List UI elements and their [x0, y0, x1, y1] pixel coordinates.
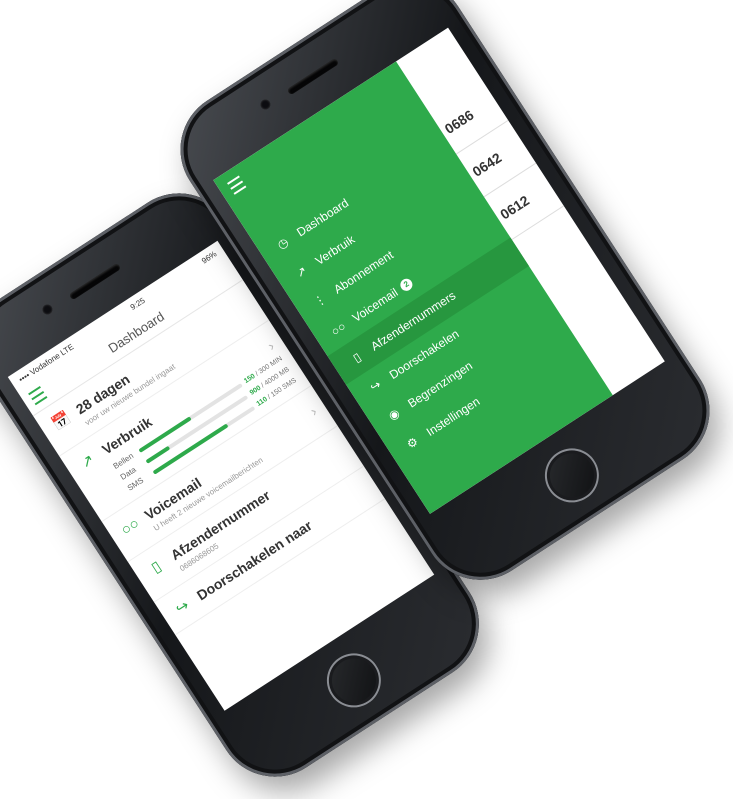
front-camera: [40, 302, 55, 317]
usage-icon: ↗: [293, 263, 310, 281]
forward-icon: ↪: [367, 377, 384, 395]
hamburger-menu-icon[interactable]: [227, 175, 247, 195]
earpiece-speaker: [68, 262, 122, 301]
usage-icon: ↗: [77, 450, 98, 473]
subscription-icon: ⋮: [311, 291, 329, 310]
calendar-icon: 📅: [49, 409, 75, 434]
forward-icon: ↪: [172, 596, 193, 619]
home-button[interactable]: [534, 438, 610, 513]
phone-icon: ▯: [148, 557, 165, 577]
voicemail-icon: ○○: [328, 319, 349, 339]
voicemail-badge: 2: [398, 276, 415, 293]
earpiece-speaker: [286, 57, 340, 96]
limit-icon: ◉: [385, 405, 403, 424]
home-button[interactable]: [316, 643, 392, 718]
voicemail-icon: ○○: [117, 514, 143, 539]
dashboard-icon: ◷: [274, 234, 292, 253]
front-camera: [258, 97, 273, 112]
settings-icon: ⚙: [404, 434, 421, 452]
phone-icon: ▯: [350, 349, 364, 366]
